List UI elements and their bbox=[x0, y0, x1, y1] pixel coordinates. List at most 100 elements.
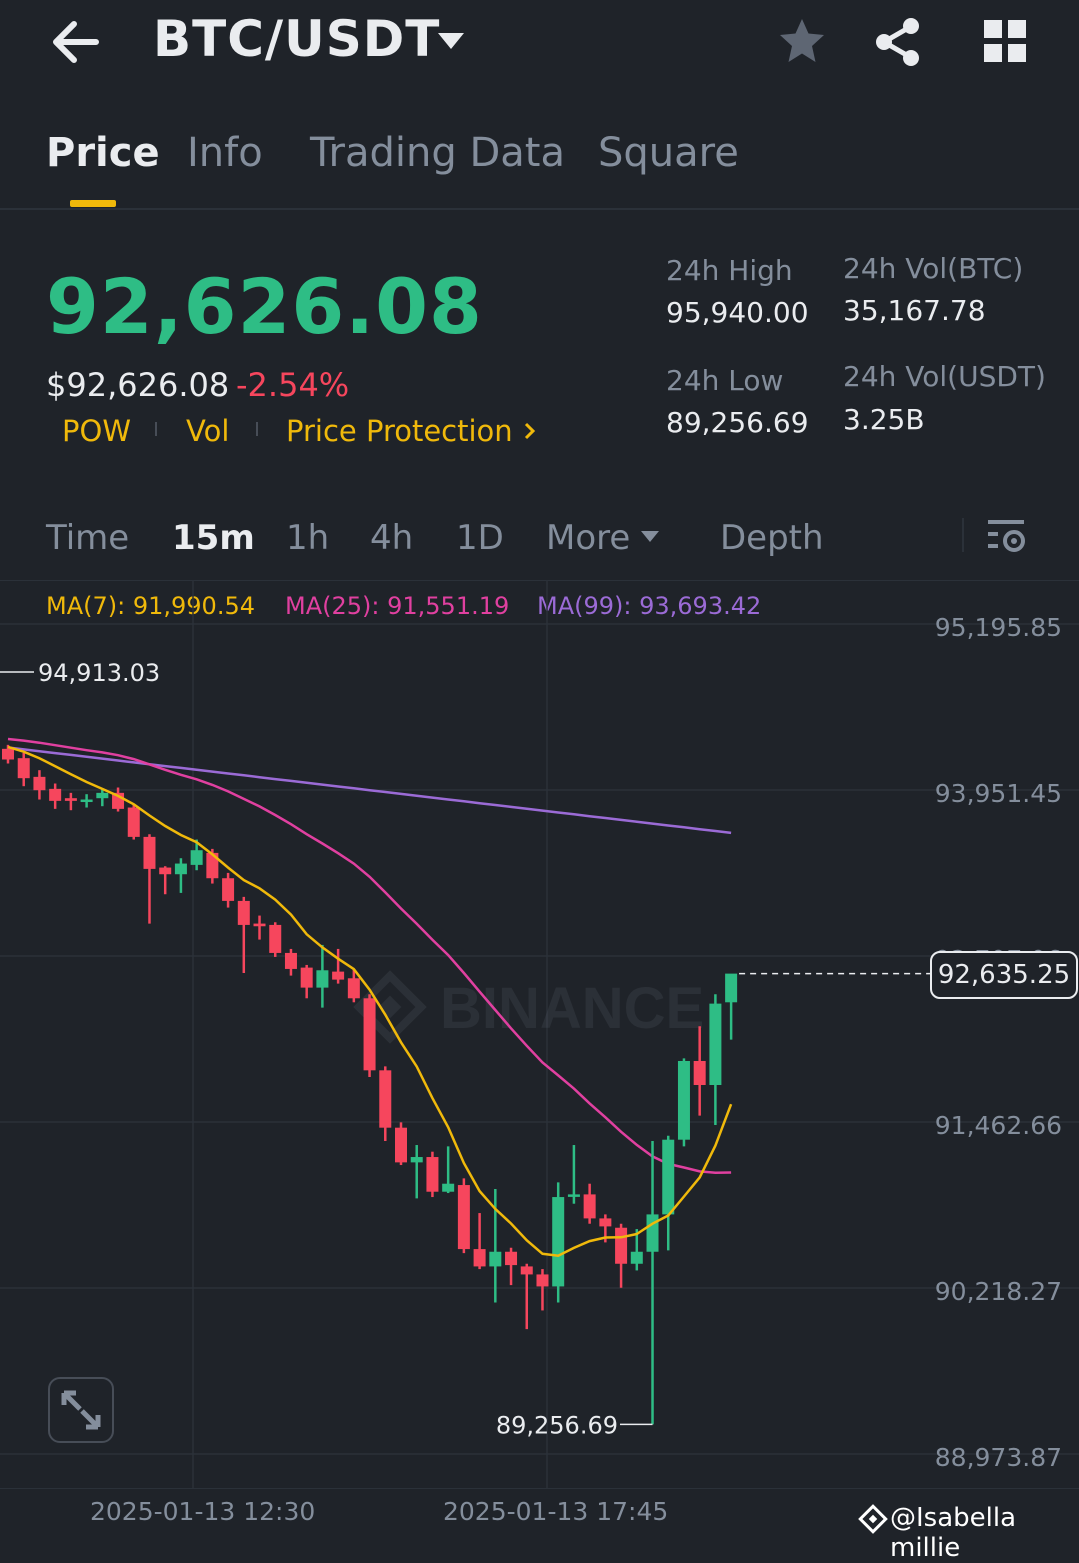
candle bbox=[567, 1145, 580, 1204]
back-arrow-icon[interactable] bbox=[46, 14, 106, 70]
candle bbox=[473, 1213, 486, 1270]
active-tab-indicator bbox=[70, 200, 116, 207]
chevron-right-icon[interactable] bbox=[522, 420, 538, 442]
candle-body bbox=[677, 1060, 690, 1140]
candle bbox=[410, 1145, 423, 1199]
candle-body bbox=[237, 900, 250, 925]
candle-body bbox=[33, 776, 46, 791]
grid-icon[interactable] bbox=[982, 18, 1028, 64]
candle bbox=[64, 792, 77, 811]
divider bbox=[256, 422, 258, 436]
divider bbox=[0, 1488, 1079, 1489]
candle bbox=[80, 794, 93, 808]
candle bbox=[520, 1263, 533, 1330]
candle-body bbox=[284, 952, 297, 969]
last-price: 92,626.08 bbox=[46, 262, 483, 351]
candle-body bbox=[395, 1127, 407, 1163]
tag-vol[interactable]: Vol bbox=[186, 414, 229, 448]
candle-body bbox=[567, 1194, 580, 1197]
candlestick-chart[interactable]: BINANCE 94,913.03 89,256.69 95,195.85 93,9… bbox=[0, 580, 1079, 1500]
current-price-tag: 92,635.25 bbox=[930, 950, 1078, 999]
current-price-value: 92,635.25 bbox=[937, 959, 1071, 990]
y-axis-label: 90,218.27 bbox=[935, 1277, 1062, 1306]
tab-info[interactable]: Info bbox=[187, 130, 263, 176]
fullscreen-button[interactable] bbox=[48, 1377, 114, 1443]
candle-body bbox=[253, 923, 266, 927]
tab-square[interactable]: Square bbox=[598, 130, 739, 176]
star-icon[interactable] bbox=[776, 16, 828, 66]
candle bbox=[222, 872, 235, 908]
candle bbox=[253, 915, 266, 940]
candle bbox=[127, 804, 140, 840]
candle bbox=[552, 1182, 565, 1303]
candle-body bbox=[693, 1060, 706, 1085]
low-value: 89,256.69 bbox=[666, 406, 809, 439]
candle-body bbox=[190, 850, 203, 865]
high-label: 24h High bbox=[666, 254, 793, 287]
high-marker-label: 94,913.03 bbox=[38, 659, 160, 687]
candle-body bbox=[599, 1218, 612, 1227]
high-value: 95,940.00 bbox=[666, 296, 809, 329]
interval-1h[interactable]: 1h bbox=[286, 518, 329, 558]
interval-4h[interactable]: 4h bbox=[370, 518, 413, 558]
candle bbox=[379, 1066, 392, 1142]
divider bbox=[962, 518, 964, 552]
author-watermark: @Isabella millie bbox=[890, 1503, 1017, 1563]
x-axis-label: 2025-01-13 17:45 bbox=[443, 1497, 669, 1526]
candle-body bbox=[2, 748, 14, 760]
candle-body bbox=[646, 1214, 659, 1252]
tag-price-protection[interactable]: Price Protection bbox=[286, 414, 513, 448]
candle bbox=[269, 922, 282, 957]
low-marker-label: 89,256.69 bbox=[496, 1411, 618, 1439]
interval-more[interactable]: More bbox=[546, 518, 630, 558]
pair-title[interactable]: BTC/USDT bbox=[153, 10, 440, 68]
candle bbox=[457, 1178, 470, 1254]
candle bbox=[300, 964, 313, 999]
price-markers: 94,913.03 89,256.69 bbox=[0, 659, 930, 1439]
vol-usdt-value: 3.25B bbox=[843, 403, 925, 436]
candle-body bbox=[662, 1139, 675, 1215]
interval-depth[interactable]: Depth bbox=[720, 518, 824, 558]
candle-body bbox=[269, 924, 282, 953]
candle-body bbox=[316, 970, 329, 988]
candle-body bbox=[64, 798, 77, 801]
candle bbox=[426, 1151, 439, 1198]
candle-body bbox=[17, 758, 30, 779]
candle-body bbox=[174, 863, 187, 875]
candle bbox=[583, 1183, 596, 1224]
interval-15m[interactable]: 15m bbox=[172, 518, 255, 558]
candle-body bbox=[143, 836, 156, 869]
usd-price: $92,626.08 bbox=[46, 366, 230, 404]
binance-watermark: BINANCE bbox=[353, 970, 704, 1044]
candle-body bbox=[630, 1251, 643, 1264]
expand-icon bbox=[61, 1390, 101, 1430]
candle-body bbox=[426, 1157, 439, 1192]
low-label: 24h Low bbox=[666, 364, 784, 397]
chevron-down-icon[interactable] bbox=[436, 30, 466, 52]
candle-body bbox=[552, 1197, 565, 1287]
candle bbox=[662, 1135, 675, 1251]
y-axis-label: 93,951.45 bbox=[935, 779, 1062, 808]
candle bbox=[332, 948, 345, 984]
chart-settings-icon[interactable] bbox=[986, 518, 1028, 554]
interval-time[interactable]: Time bbox=[46, 518, 129, 558]
tab-trading-data[interactable]: Trading Data bbox=[310, 130, 565, 176]
candle-body bbox=[80, 799, 93, 803]
candles bbox=[2, 744, 738, 1425]
interval-1d[interactable]: 1D bbox=[456, 518, 504, 558]
y-axis-labels: 95,195.8593,951.4592,707.0691,462.6690,2… bbox=[935, 613, 1062, 1472]
candle bbox=[363, 994, 376, 1077]
candle-body bbox=[159, 867, 172, 875]
candle-body bbox=[473, 1249, 486, 1267]
candle-body bbox=[709, 1003, 722, 1085]
candle bbox=[49, 783, 62, 809]
candle bbox=[316, 944, 329, 1008]
caret-down-icon[interactable] bbox=[640, 530, 660, 544]
candle bbox=[677, 1058, 690, 1147]
tab-price[interactable]: Price bbox=[46, 130, 160, 176]
y-axis-label: 95,195.85 bbox=[935, 613, 1062, 642]
tag-pow[interactable]: POW bbox=[62, 414, 131, 448]
share-icon[interactable] bbox=[872, 16, 924, 68]
candle-body bbox=[347, 978, 360, 999]
candle bbox=[442, 1146, 455, 1194]
